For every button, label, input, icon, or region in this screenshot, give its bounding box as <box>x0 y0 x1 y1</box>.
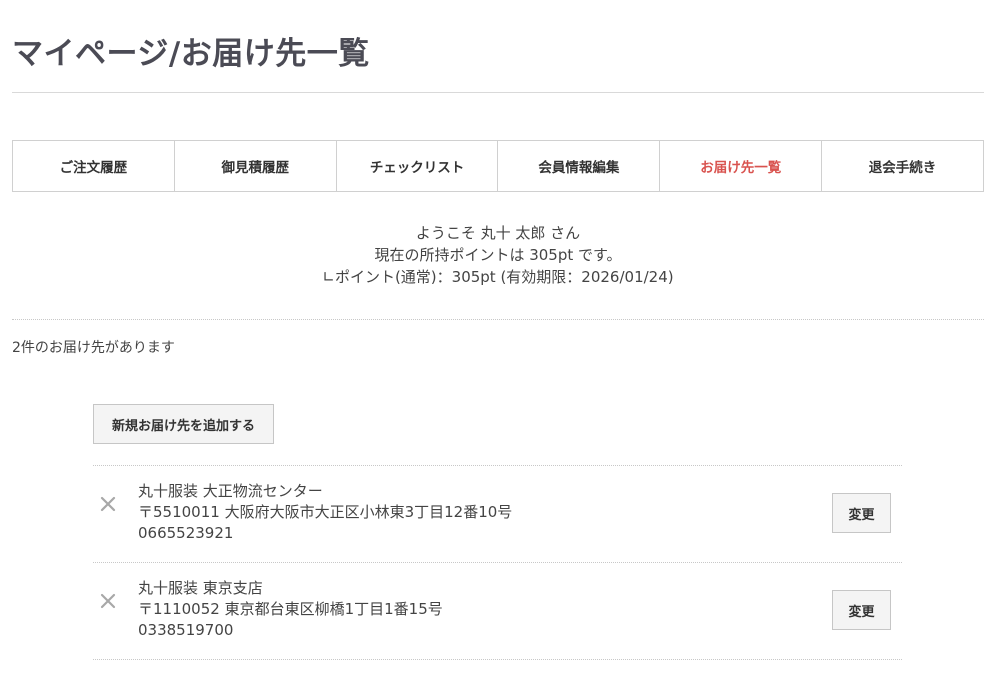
welcome-message: ようこそ 丸十 太郎 さん 現在の所持ポイントは 305pt です。 ∟ポイント… <box>0 222 996 288</box>
points-detail: ∟ポイント(通常)：305pt (有効期限：2026/01/24) <box>322 268 674 286</box>
address-row: 丸十服装 東京支店 〒1110052 東京都台東区柳橋1丁目1番15号 0338… <box>93 563 902 660</box>
tab-order-history[interactable]: ご注文履歴 <box>13 141 174 191</box>
address-postal-and-street: 〒1110052 東京都台東区柳橋1丁目1番15号 <box>138 600 443 618</box>
add-address-button[interactable]: 新規お届け先を追加する <box>93 404 274 444</box>
welcome-greeting: ようこそ 丸十 太郎 さん <box>415 224 581 242</box>
tab-quote-history[interactable]: 御見積履歴 <box>173 141 336 191</box>
address-phone: 0338519700 <box>138 621 234 639</box>
section-divider <box>12 319 984 320</box>
address-name: 丸十服装 東京支店 <box>138 579 263 597</box>
address-list: 丸十服装 大正物流センター 〒5510011 大阪府大阪市大正区小林東3丁目12… <box>93 465 902 660</box>
edit-address-button[interactable]: 変更 <box>832 493 891 533</box>
address-phone: 0665523921 <box>138 524 234 542</box>
edit-address-button[interactable]: 変更 <box>832 590 891 630</box>
address-postal-and-street: 〒5510011 大阪府大阪市大正区小林東3丁目12番10号 <box>138 503 513 521</box>
close-icon[interactable] <box>98 591 118 611</box>
points-summary: 現在の所持ポイントは 305pt です。 <box>374 246 622 264</box>
address-info: 丸十服装 大正物流センター 〒5510011 大阪府大阪市大正区小林東3丁目12… <box>138 481 512 544</box>
page-title: マイページ/お届け先一覧 <box>12 36 370 72</box>
close-icon[interactable] <box>98 494 118 514</box>
address-count-text: 2件のお届け先があります <box>12 340 175 356</box>
page: マイページ/お届け先一覧 ご注文履歴 御見積履歴 チェックリスト 会員情報編集 … <box>0 0 1000 700</box>
tab-checklist[interactable]: チェックリスト <box>335 141 498 191</box>
tab-member-info-edit[interactable]: 会員情報編集 <box>497 141 659 191</box>
address-name: 丸十服装 大正物流センター <box>138 482 323 500</box>
title-divider <box>12 92 984 93</box>
tab-delivery-addresses[interactable]: お届け先一覧 <box>659 141 821 191</box>
address-info: 丸十服装 東京支店 〒1110052 東京都台東区柳橋1丁目1番15号 0338… <box>138 578 443 641</box>
tab-withdrawal[interactable]: 退会手続き <box>821 141 983 191</box>
address-row: 丸十服装 大正物流センター 〒5510011 大阪府大阪市大正区小林東3丁目12… <box>93 466 902 563</box>
mypage-tab-nav: ご注文履歴 御見積履歴 チェックリスト 会員情報編集 お届け先一覧 退会手続き <box>12 140 984 192</box>
